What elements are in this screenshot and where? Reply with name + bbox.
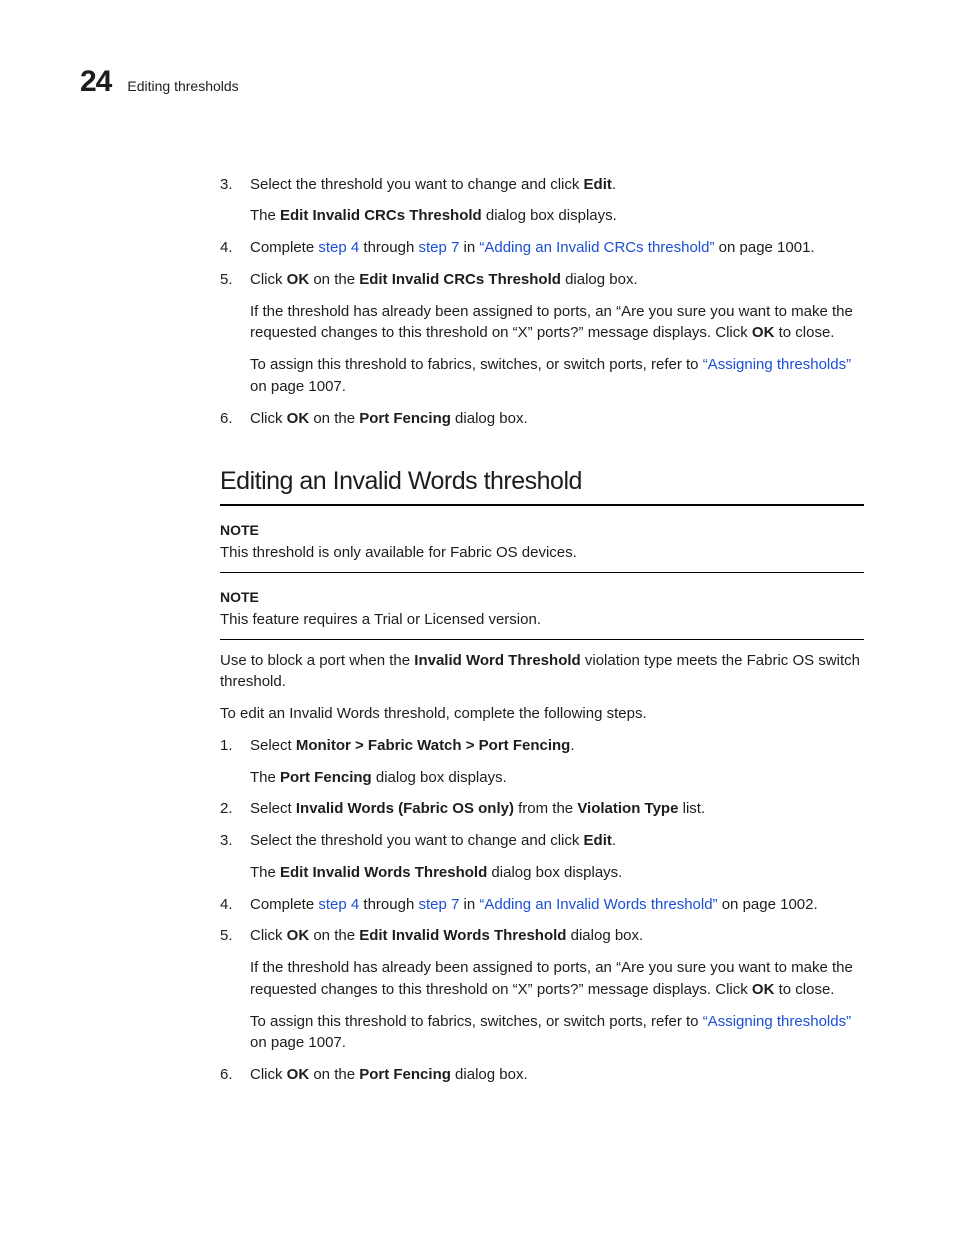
text: Click: [250, 1066, 287, 1083]
steps-continued: Select the threshold you want to change …: [220, 174, 864, 430]
text: Click: [250, 410, 287, 427]
text: through: [359, 239, 418, 256]
text: dialog box displays.: [372, 769, 507, 786]
step-4: Complete step 4 through step 7 in “Addin…: [220, 894, 864, 916]
text: on the: [309, 271, 359, 288]
text: on the: [309, 927, 359, 944]
text: dialog box displays.: [482, 207, 617, 224]
text: in: [459, 896, 479, 913]
dialog-name: Port Fencing: [280, 769, 372, 786]
ui-label: Edit: [584, 832, 612, 849]
ui-label: OK: [752, 981, 775, 998]
text: dialog box.: [566, 927, 643, 944]
note-label: NOTE: [220, 520, 864, 540]
text: dialog box.: [451, 410, 528, 427]
text: list.: [678, 800, 705, 817]
text: Select the threshold you want to change …: [250, 832, 584, 849]
dialog-name: Edit Invalid Words Threshold: [280, 864, 487, 881]
xref-link[interactable]: step 7: [418, 239, 459, 256]
text: .: [570, 737, 574, 754]
note-block: NOTE This threshold is only available fo…: [220, 520, 864, 573]
ui-label: OK: [287, 410, 310, 427]
text: on the: [309, 410, 359, 427]
text: To assign this threshold to fabrics, swi…: [250, 356, 703, 373]
dialog-name: Port Fencing: [359, 410, 451, 427]
text: .: [612, 832, 616, 849]
option-name: Invalid Words (Fabric OS only): [296, 800, 514, 817]
steps: Select Monitor > Fabric Watch > Port Fen…: [220, 735, 864, 1086]
step-1: Select Monitor > Fabric Watch > Port Fen…: [220, 735, 864, 789]
ui-label: OK: [287, 271, 310, 288]
text: on page 1007.: [250, 1034, 346, 1051]
lead-in: To edit an Invalid Words threshold, comp…: [220, 703, 864, 725]
chapter-number: 24: [80, 60, 111, 104]
text: Select: [250, 800, 296, 817]
step-4: Complete step 4 through step 7 in “Addin…: [220, 237, 864, 259]
text: Select the threshold you want to change …: [250, 176, 584, 193]
list-name: Violation Type: [577, 800, 678, 817]
running-title: Editing thresholds: [127, 76, 238, 96]
text: dialog box displays.: [487, 864, 622, 881]
step-6: Click OK on the Port Fencing dialog box.: [220, 1064, 864, 1086]
text: To assign this threshold to fabrics, swi…: [250, 1013, 703, 1030]
xref-link[interactable]: “Assigning thresholds”: [703, 1013, 851, 1030]
text: .: [612, 176, 616, 193]
text: Click: [250, 271, 287, 288]
dialog-name: Edit Invalid CRCs Threshold: [280, 207, 482, 224]
text: on page 1002.: [718, 896, 818, 913]
ui-label: OK: [287, 1066, 310, 1083]
text: on page 1001.: [714, 239, 814, 256]
note-block: NOTE This feature requires a Trial or Li…: [220, 587, 864, 640]
xref-link[interactable]: “Adding an Invalid CRCs threshold”: [479, 239, 714, 256]
text: on the: [309, 1066, 359, 1083]
xref-link[interactable]: step 4: [318, 896, 359, 913]
note-body: This feature requires a Trial or License…: [220, 609, 864, 631]
text: The: [250, 207, 280, 224]
text: from the: [514, 800, 577, 817]
ui-label: OK: [752, 324, 775, 341]
ui-label: Edit: [584, 176, 612, 193]
step-2: Select Invalid Words (Fabric OS only) fr…: [220, 798, 864, 820]
text: on page 1007.: [250, 378, 346, 395]
text: to close.: [774, 981, 834, 998]
step-3: Select the threshold you want to change …: [220, 830, 864, 884]
xref-link[interactable]: step 4: [318, 239, 359, 256]
xref-link[interactable]: step 7: [418, 896, 459, 913]
text: to close.: [774, 324, 834, 341]
note-label: NOTE: [220, 587, 864, 607]
text: Select: [250, 737, 296, 754]
text: The: [250, 769, 280, 786]
xref-link[interactable]: “Assigning thresholds”: [703, 356, 851, 373]
term: Invalid Word Threshold: [414, 652, 580, 669]
page: 24 Editing thresholds Select the thresho…: [0, 0, 954, 1136]
text: The: [250, 864, 280, 881]
text: through: [359, 896, 418, 913]
step-5: Click OK on the Edit Invalid Words Thres…: [220, 925, 864, 1054]
text: Use to block a port when the: [220, 652, 414, 669]
paragraph: Use to block a port when the Invalid Wor…: [220, 650, 864, 694]
content: Select the threshold you want to change …: [220, 174, 864, 1086]
step-3: Select the threshold you want to change …: [220, 174, 864, 228]
text: Click: [250, 927, 287, 944]
dialog-name: Port Fencing: [359, 1066, 451, 1083]
dialog-name: Edit Invalid Words Threshold: [359, 927, 566, 944]
text: in: [459, 239, 479, 256]
topic-heading: Editing an Invalid Words threshold: [220, 463, 864, 505]
xref-link[interactable]: “Adding an Invalid Words threshold”: [479, 896, 717, 913]
text: Complete: [250, 896, 318, 913]
step-5: Click OK on the Edit Invalid CRCs Thresh…: [220, 269, 864, 398]
running-head: 24 Editing thresholds: [80, 60, 864, 104]
ui-label: OK: [287, 927, 310, 944]
step-6: Click OK on the Port Fencing dialog box.: [220, 408, 864, 430]
note-body: This threshold is only available for Fab…: [220, 542, 864, 564]
menu-path: Monitor > Fabric Watch > Port Fencing: [296, 737, 570, 754]
text: dialog box.: [451, 1066, 528, 1083]
text: dialog box.: [561, 271, 638, 288]
text: Complete: [250, 239, 318, 256]
dialog-name: Edit Invalid CRCs Threshold: [359, 271, 561, 288]
